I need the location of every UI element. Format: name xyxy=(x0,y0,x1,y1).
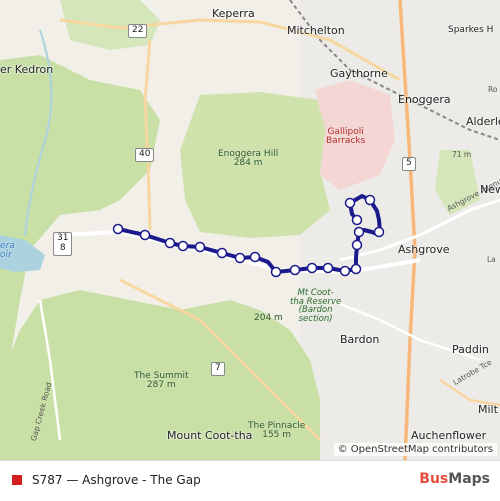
suburb-label-kedron: er Kedron xyxy=(0,63,54,76)
busmaps-logo[interactable]: BusMaps xyxy=(419,471,490,487)
bus-stop-marker[interactable] xyxy=(339,265,351,277)
suburb-label-paddington: Paddin xyxy=(452,343,489,356)
summit-elevation: 287 m xyxy=(146,380,176,390)
route-layer xyxy=(112,194,385,278)
suburb-label-keperra: Keperra xyxy=(212,7,255,20)
gallipoli-barracks-label: Gallipoli Barracks xyxy=(326,128,365,146)
map-attribution[interactable]: © OpenStreetMap contributors xyxy=(333,443,497,456)
pinnacle-elevation: 155 m xyxy=(262,430,292,440)
suburb-label-mitchelton: Mitchelton xyxy=(287,24,345,37)
bus-stop-marker[interactable] xyxy=(364,194,376,206)
mt-coot-tha-reserve-label: Mt Coot- tha Reserve (Bardon section) xyxy=(290,289,341,323)
bus-stop-marker[interactable] xyxy=(353,226,365,238)
brand-part-bus: Bus xyxy=(419,471,449,487)
bus-stop-marker[interactable] xyxy=(249,251,261,263)
bus-stop-marker[interactable] xyxy=(351,239,363,251)
bus-stop-marker[interactable] xyxy=(344,197,356,209)
peak-204-label: 204 m xyxy=(254,313,283,323)
road-shield-5: 5 xyxy=(402,157,416,171)
suburb-label-alderley: Alderle xyxy=(466,115,500,128)
suburb-label-auchenflower: Auchenflower xyxy=(411,429,487,442)
bus-stop-marker[interactable] xyxy=(322,262,334,274)
suburb-label-enoggera: Enoggera xyxy=(398,93,451,106)
route-legend-label: S787 — Ashgrove - The Gap xyxy=(32,473,201,487)
enoggera-hill-elevation: 284 m xyxy=(233,158,263,168)
reserve-line4: section) xyxy=(298,313,333,324)
reservoir-line2: oir xyxy=(0,250,12,260)
brand-part-maps: Maps xyxy=(448,471,490,487)
map-footer: S787 — Ashgrove - The Gap BusMaps xyxy=(0,460,500,501)
bus-stop-marker[interactable] xyxy=(350,263,362,275)
reservoir-label: era oir xyxy=(0,242,15,260)
the-summit-label: The Summit 287 m xyxy=(134,372,189,390)
bus-route-line xyxy=(117,194,382,274)
road-label-la: La xyxy=(487,255,496,264)
bus-stop-marker[interactable] xyxy=(234,252,246,264)
map-view[interactable]: Keperra Mitchelton Gaythorne Enoggera Al… xyxy=(0,0,500,460)
bus-stop-marker[interactable] xyxy=(177,240,189,252)
enoggera-hill-label: Enoggera Hill 284 m xyxy=(218,150,278,168)
route-color-swatch xyxy=(12,475,22,485)
bus-stop-marker[interactable] xyxy=(139,229,151,241)
bus-stop-marker[interactable] xyxy=(351,214,363,226)
road-label-ro: Ro xyxy=(488,85,498,94)
suburb-label-sparkes: Sparkes H xyxy=(448,25,494,35)
road-shield-31-bottom: 8 xyxy=(59,242,66,253)
bus-stop-marker[interactable] xyxy=(194,241,206,253)
the-pinnacle-label: The Pinnacle 155 m xyxy=(248,422,305,440)
bus-stop-marker[interactable] xyxy=(289,264,301,276)
spot-height-71-label: 71 m xyxy=(452,150,472,159)
bus-stop-marker[interactable] xyxy=(270,266,282,278)
suburb-label-bardon: Bardon xyxy=(340,333,380,346)
road-shield-22: 22 xyxy=(128,24,148,38)
mount-coot-tha-label: Mount Coot-tha xyxy=(167,429,253,442)
bus-stop-marker[interactable] xyxy=(373,226,385,238)
road-shield-7: 7 xyxy=(211,362,225,376)
suburb-label-milton: Milt xyxy=(478,403,498,416)
road-shield-40: 40 xyxy=(135,148,155,162)
bus-stop-marker[interactable] xyxy=(164,237,176,249)
bus-stop-marker[interactable] xyxy=(216,247,228,259)
barracks-label-line2: Barracks xyxy=(326,136,366,146)
suburb-label-gaythorne: Gaythorne xyxy=(330,67,388,80)
bus-stop-marker[interactable] xyxy=(112,223,124,235)
road-shield-31-8: 31 8 xyxy=(53,232,73,256)
suburb-label-ashgrove: Ashgrove xyxy=(398,243,450,256)
bus-stop-marker[interactable] xyxy=(306,262,318,274)
